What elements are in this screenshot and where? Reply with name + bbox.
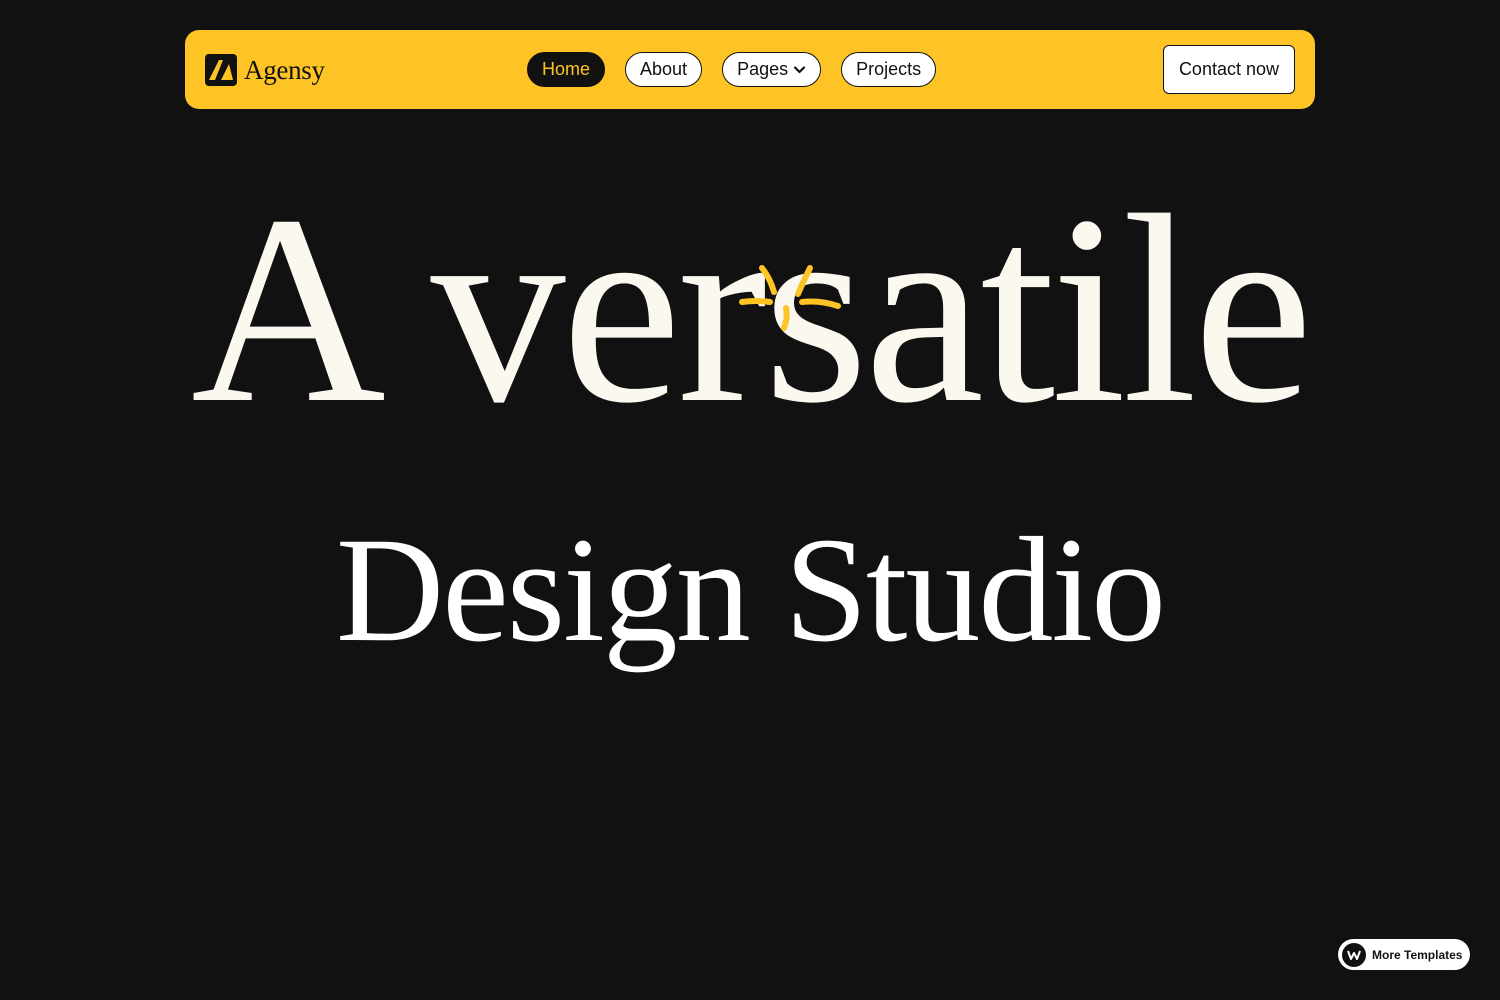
- nav-item-label: About: [640, 59, 688, 79]
- nav-item-home[interactable]: Home: [527, 52, 606, 87]
- nav-item-label: Pages: [737, 59, 789, 79]
- main-nav: Home About Pages Projects: [527, 52, 937, 87]
- nav-item-label: Projects: [856, 59, 922, 79]
- more-templates-label: More Templates: [1372, 947, 1463, 962]
- more-templates-badge[interactable]: More Templates: [1338, 939, 1470, 970]
- hero-heading-line2: Design Studio: [335, 507, 1166, 673]
- brand-logo-link[interactable]: Agensy: [205, 52, 325, 88]
- contact-now-label: Contact now: [1178, 59, 1279, 79]
- page: Agensy Home About Pages Projects Contact…: [0, 0, 1500, 1000]
- nav-item-about[interactable]: About: [625, 52, 703, 87]
- navbar: Agensy Home About Pages Projects Contact…: [185, 30, 1315, 109]
- nav-item-pages-dropdown[interactable]: Pages: [722, 52, 822, 87]
- nav-item-label: Home: [542, 59, 591, 79]
- contact-now-button[interactable]: Contact now: [1162, 45, 1295, 94]
- agensy-logo-icon: [205, 54, 237, 86]
- nav-item-projects[interactable]: Projects: [841, 52, 937, 87]
- brand-name: Agensy: [244, 54, 325, 85]
- sparkle-icon: [739, 265, 841, 331]
- webflow-icon: [1342, 942, 1366, 967]
- chevron-down-icon: [794, 66, 806, 74]
